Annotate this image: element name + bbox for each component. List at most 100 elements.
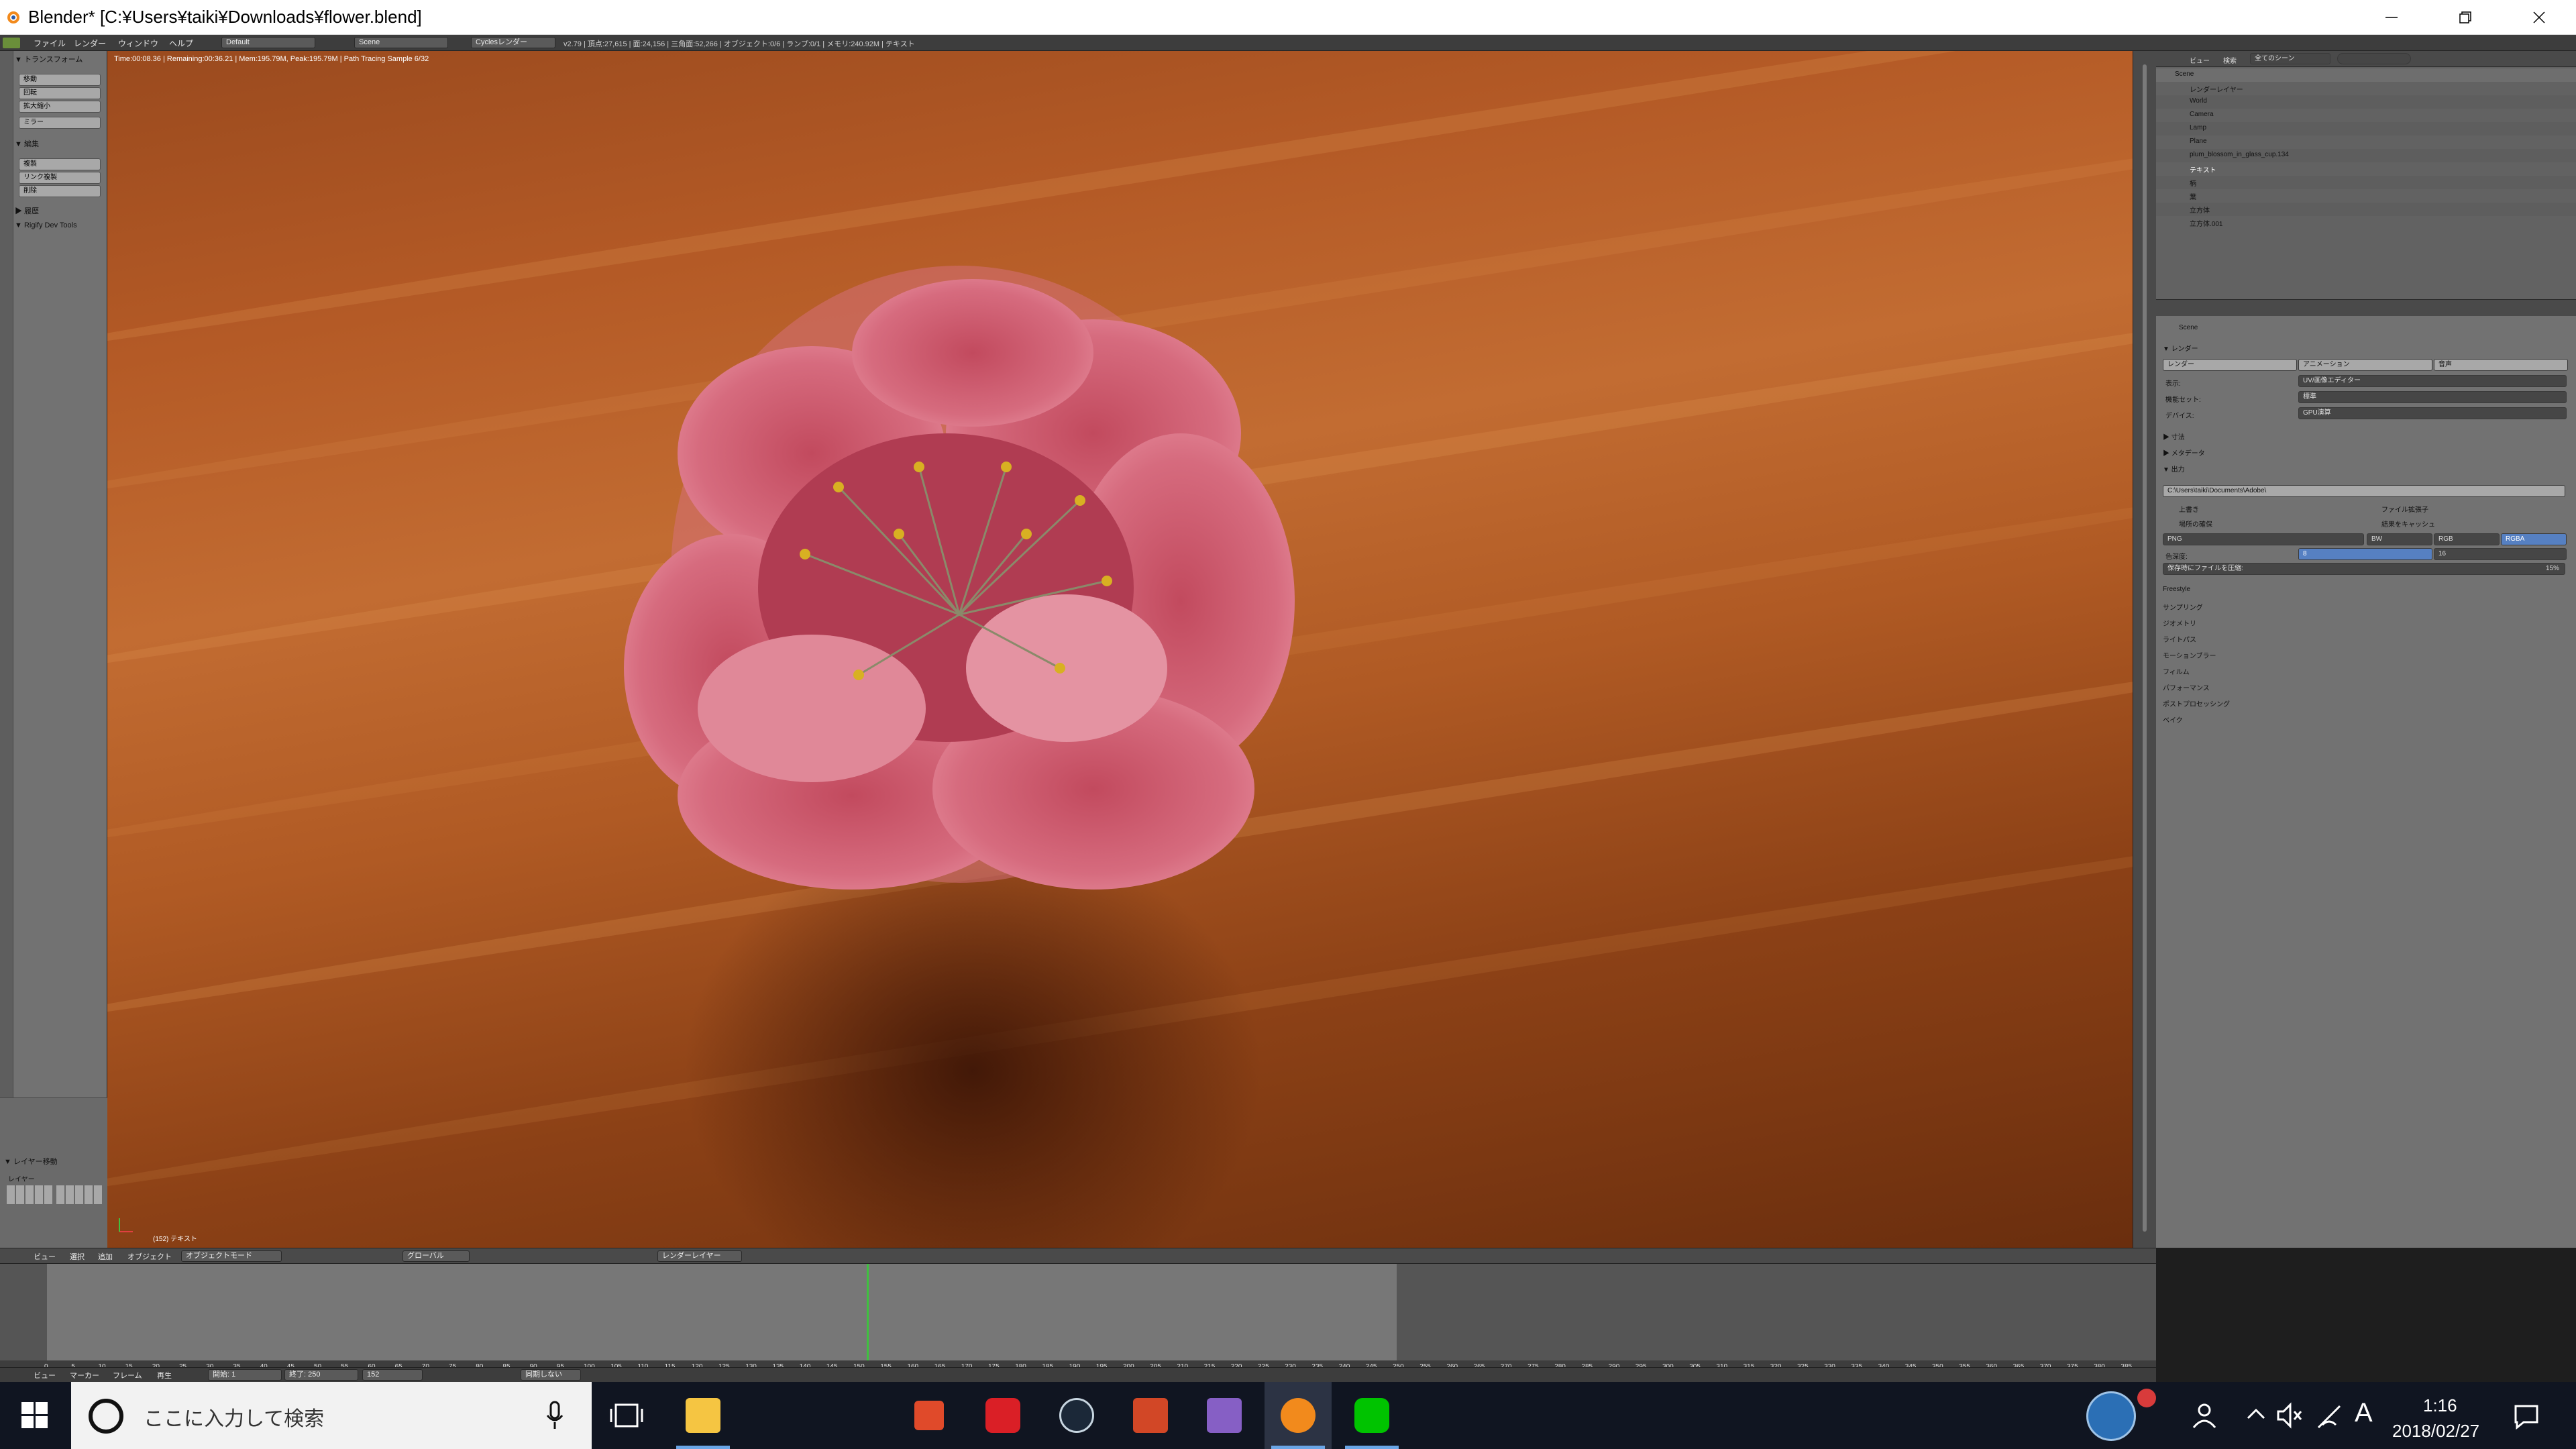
feature-set-selector[interactable]: 標準 [2298,391,2567,403]
scale-button[interactable]: 拡大縮小 [19,101,101,113]
sync-selector[interactable]: 同期しない [521,1369,581,1381]
file-explorer-icon[interactable] [669,1382,737,1449]
frame-menu[interactable]: フレーム [113,1370,142,1381]
menu-window[interactable]: ウィンドウ [118,38,158,49]
scratch-app-icon[interactable] [896,1382,963,1449]
outliner-row[interactable]: 柄 [2156,176,2576,189]
orientation-selector[interactable]: グローバル [402,1250,470,1262]
depth-16-button[interactable]: 16 [2434,548,2567,560]
depth-8-button[interactable]: 8 [2298,548,2432,560]
blender-icon[interactable] [1265,1382,1332,1449]
powerpoint-icon[interactable] [1117,1382,1184,1449]
layout-selector[interactable]: Default [221,37,315,48]
3d-viewport[interactable]: Time:00:08.36 | Remaining:00:36.21 | Mem… [107,51,2133,1248]
tray-app-icon[interactable] [2086,1391,2136,1441]
outliner-row[interactable]: World [2156,95,2576,109]
outliner-row[interactable]: 立方体 [2156,203,2576,216]
translate-button[interactable]: 移動 [19,74,101,86]
restore-button[interactable] [2428,0,2502,35]
render-panel-header[interactable]: ▼ レンダー [2163,343,2198,353]
bake-panel[interactable]: ベイク [2163,714,2183,724]
people-icon[interactable] [2191,1402,2218,1429]
outliner-row[interactable]: Lamp [2156,122,2576,136]
outliner-row[interactable]: plum_blossom_in_glass_cup.134 [2156,149,2576,162]
timeline[interactable]: 0510152025303540455055606570758085909510… [0,1264,2156,1375]
line-icon[interactable] [1338,1382,1405,1449]
playhead[interactable] [867,1264,869,1360]
current-frame-field[interactable]: 152 [362,1369,423,1381]
film-panel[interactable]: フィルム [2163,666,2190,676]
outliner-row[interactable]: 葉 [2156,189,2576,203]
clock-time[interactable]: 1:16 [2423,1395,2457,1416]
render-button[interactable]: レンダー [2163,359,2297,371]
scrollbar-thumb[interactable] [2143,64,2147,1232]
editor-type-icon[interactable] [3,38,20,48]
minimize-button[interactable] [2355,0,2428,35]
select-menu[interactable]: 選択 [70,1251,85,1262]
geometry-panel[interactable]: ジオメトリ [2163,618,2196,628]
object-menu[interactable]: オブジェクト [127,1251,172,1262]
outliner-row[interactable]: Camera [2156,109,2576,122]
mode-selector[interactable]: オブジェクトモード [181,1250,282,1262]
steam-icon[interactable] [1043,1382,1110,1449]
taskbar-search[interactable]: ここに入力して検索 [71,1382,592,1449]
clock-date[interactable]: 2018/02/27 [2392,1421,2479,1442]
rigify-panel-header[interactable]: ▼ Rigify Dev Tools [15,221,77,229]
playback-menu[interactable]: 再生 [157,1370,172,1381]
output-panel-header[interactable]: ▼ 出力 [2163,464,2185,474]
menu-help[interactable]: ヘルプ [169,38,193,49]
outliner-row[interactable]: 立方体.001 [2156,216,2576,229]
add-menu[interactable]: 追加 [98,1251,113,1262]
scene-selector[interactable]: Scene [354,37,448,48]
menu-render[interactable]: レンダー [74,38,106,49]
outliner-filter[interactable]: 全てのシーン [2250,53,2330,64]
display-selector[interactable]: UV/画像エディター [2298,375,2567,387]
marker-menu[interactable]: マーカー [70,1370,99,1381]
outliner-row[interactable]: Scene [2156,68,2576,82]
outliner-row[interactable]: テキスト [2156,162,2576,176]
start-frame-field[interactable]: 開始: 1 [208,1369,282,1381]
viewport-scrollbar[interactable] [2133,51,2156,1248]
task-view-icon[interactable] [609,1402,644,1429]
action-center-icon[interactable] [2513,1403,2540,1430]
color-rgba-button[interactable]: RGBA [2501,533,2567,545]
render-layer-selector[interactable]: レンダーレイヤー [657,1250,742,1262]
render-engine-selector[interactable]: Cyclesレンダー [471,37,555,48]
metadata-panel[interactable]: ▶ メタデータ [2163,447,2205,458]
compression-slider[interactable]: 保存時にファイルを圧縮: 15% [2163,563,2565,575]
mirror-button[interactable]: ミラー [19,117,101,129]
transform-panel-header[interactable]: ▼ トランスフォーム [15,54,83,64]
close-button[interactable] [2502,0,2576,35]
file-extension-checkbox[interactable]: ファイル拡張子 [2381,504,2428,514]
layer-move-header[interactable]: ▼ レイヤー移動 [4,1156,58,1167]
history-panel-header[interactable]: ▶ 履歴 [15,205,39,216]
outliner-row[interactable]: Plane [2156,136,2576,149]
rotate-button[interactable]: 回転 [19,87,101,99]
duplicate-button[interactable]: 複製 [19,158,101,170]
light-paths-panel[interactable]: ライトパス [2163,634,2196,644]
tool-shelf-tabs[interactable] [0,51,13,1248]
dimensions-panel[interactable]: ▶ 寸法 [2163,431,2185,441]
outliner-search-menu[interactable]: 検索 [2223,55,2237,65]
chevron-up-icon[interactable] [2246,1406,2266,1422]
post-processing-panel[interactable]: ポストプロセッシング [2163,698,2230,708]
microphone-icon[interactable] [545,1401,565,1430]
performance-panel[interactable]: パフォーマンス [2163,682,2210,692]
properties-tabs[interactable] [2156,300,2576,316]
freestyle-panel[interactable]: Freestyle [2163,586,2190,593]
sampling-panel[interactable]: サンプリング [2163,602,2203,612]
ime-indicator[interactable]: A [2355,1398,2373,1428]
cache-result-checkbox[interactable]: 結果をキャッシュ [2381,519,2435,529]
visual-studio-icon[interactable] [1191,1382,1258,1449]
outliner-row[interactable]: レンダーレイヤー [2156,82,2576,95]
view-menu[interactable]: ビュー [34,1251,56,1262]
device-selector[interactable]: GPU演算 [2298,407,2567,419]
layer-grid-left[interactable] [7,1185,52,1204]
color-rgb-button[interactable]: RGB [2434,533,2500,545]
end-frame-field[interactable]: 終了: 250 [284,1369,358,1381]
layer-grid-right[interactable] [56,1185,102,1204]
output-path-input[interactable]: C:\Users\taiki\Documents\Adobe\ [2163,485,2565,497]
wifi-icon[interactable] [2316,1402,2343,1429]
tl-view-menu[interactable]: ビュー [34,1370,56,1381]
speaker-muted-icon[interactable] [2275,1402,2302,1429]
